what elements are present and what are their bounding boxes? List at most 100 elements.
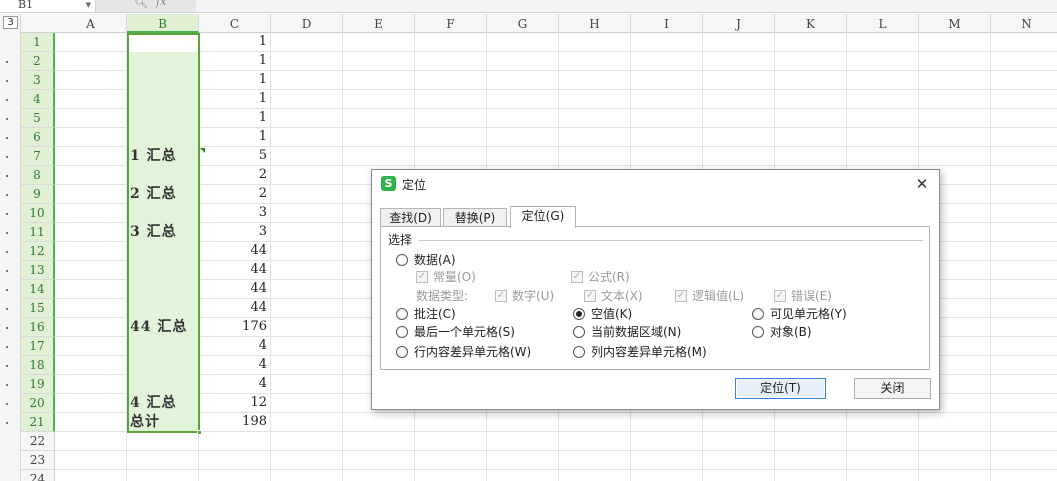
cell-a2[interactable] bbox=[55, 52, 127, 71]
cell-j2[interactable] bbox=[703, 52, 775, 71]
cell-h22[interactable] bbox=[559, 432, 631, 451]
cell-l24[interactable] bbox=[847, 470, 919, 481]
cell-f2[interactable] bbox=[415, 52, 487, 71]
column-header-b[interactable]: B bbox=[127, 14, 199, 33]
cell-f21[interactable] bbox=[415, 413, 487, 432]
cell-j23[interactable] bbox=[703, 451, 775, 470]
cell-a23[interactable] bbox=[55, 451, 127, 470]
cell-n8[interactable] bbox=[991, 166, 1057, 185]
cell-h6[interactable] bbox=[559, 128, 631, 147]
cell-c7[interactable]: 5 bbox=[199, 147, 271, 166]
cell-k2[interactable] bbox=[775, 52, 847, 71]
cell-c5[interactable]: 1 bbox=[199, 109, 271, 128]
cell-f22[interactable] bbox=[415, 432, 487, 451]
cell-a15[interactable] bbox=[55, 299, 127, 318]
cell-d22[interactable] bbox=[271, 432, 343, 451]
cell-g1[interactable] bbox=[487, 33, 559, 52]
cell-d6[interactable] bbox=[271, 128, 343, 147]
cell-f5[interactable] bbox=[415, 109, 487, 128]
cell-c19[interactable]: 4 bbox=[199, 375, 271, 394]
cell-d5[interactable] bbox=[271, 109, 343, 128]
cell-d14[interactable] bbox=[271, 280, 343, 299]
cell-f3[interactable] bbox=[415, 71, 487, 90]
tab-find[interactable]: 查找(D) bbox=[380, 208, 441, 228]
cell-l2[interactable] bbox=[847, 52, 919, 71]
cell-l7[interactable] bbox=[847, 147, 919, 166]
cell-k22[interactable] bbox=[775, 432, 847, 451]
row-header[interactable]: 18 bbox=[21, 356, 55, 375]
cell-b8[interactable] bbox=[127, 166, 199, 185]
cell-f4[interactable] bbox=[415, 90, 487, 109]
cell-a13[interactable] bbox=[55, 261, 127, 280]
cell-a18[interactable] bbox=[55, 356, 127, 375]
row-header[interactable]: 4 bbox=[21, 90, 55, 109]
cell-d13[interactable] bbox=[271, 261, 343, 280]
cell-c23[interactable] bbox=[199, 451, 271, 470]
outline-level-button[interactable]: 3 bbox=[3, 16, 18, 29]
tab-replace[interactable]: 替换(P) bbox=[443, 208, 507, 228]
cell-n7[interactable] bbox=[991, 147, 1057, 166]
cell-g23[interactable] bbox=[487, 451, 559, 470]
magnifier-icon[interactable]: 🔍︎ bbox=[134, 0, 148, 8]
cell-n13[interactable] bbox=[991, 261, 1057, 280]
cell-m22[interactable] bbox=[919, 432, 991, 451]
cell-m4[interactable] bbox=[919, 90, 991, 109]
cell-n10[interactable] bbox=[991, 204, 1057, 223]
cell-a10[interactable] bbox=[55, 204, 127, 223]
cell-b3[interactable] bbox=[127, 71, 199, 90]
cell-b18[interactable] bbox=[127, 356, 199, 375]
cell-a21[interactable] bbox=[55, 413, 127, 432]
cell-g22[interactable] bbox=[487, 432, 559, 451]
cell-b2[interactable] bbox=[127, 52, 199, 71]
close-icon[interactable]: ✕ bbox=[911, 173, 933, 195]
cell-j6[interactable] bbox=[703, 128, 775, 147]
cell-g5[interactable] bbox=[487, 109, 559, 128]
cell-n4[interactable] bbox=[991, 90, 1057, 109]
cell-k21[interactable] bbox=[775, 413, 847, 432]
row-header[interactable]: 9 bbox=[21, 185, 55, 204]
cell-c12[interactable]: 44 bbox=[199, 242, 271, 261]
cell-n20[interactable] bbox=[991, 394, 1057, 413]
cell-b24[interactable] bbox=[127, 470, 199, 481]
row-header[interactable]: 23 bbox=[21, 451, 55, 470]
column-header-n[interactable]: N bbox=[991, 14, 1057, 33]
cell-h21[interactable] bbox=[559, 413, 631, 432]
cell-a16[interactable] bbox=[55, 318, 127, 337]
cell-a3[interactable] bbox=[55, 71, 127, 90]
cell-h3[interactable] bbox=[559, 71, 631, 90]
cell-c11[interactable]: 3 bbox=[199, 223, 271, 242]
cell-h7[interactable] bbox=[559, 147, 631, 166]
cell-d19[interactable] bbox=[271, 375, 343, 394]
cell-d20[interactable] bbox=[271, 394, 343, 413]
cell-d1[interactable] bbox=[271, 33, 343, 52]
cell-d24[interactable] bbox=[271, 470, 343, 481]
cell-i23[interactable] bbox=[631, 451, 703, 470]
cell-n17[interactable] bbox=[991, 337, 1057, 356]
cell-m2[interactable] bbox=[919, 52, 991, 71]
cell-a8[interactable] bbox=[55, 166, 127, 185]
column-header-i[interactable]: I bbox=[631, 14, 703, 33]
cell-e2[interactable] bbox=[343, 52, 415, 71]
cell-j24[interactable] bbox=[703, 470, 775, 481]
cell-d16[interactable] bbox=[271, 318, 343, 337]
cell-d21[interactable] bbox=[271, 413, 343, 432]
cell-a17[interactable] bbox=[55, 337, 127, 356]
cell-c8[interactable]: 2 bbox=[199, 166, 271, 185]
cell-e22[interactable] bbox=[343, 432, 415, 451]
cell-l22[interactable] bbox=[847, 432, 919, 451]
cell-i21[interactable] bbox=[631, 413, 703, 432]
cell-a24[interactable] bbox=[55, 470, 127, 481]
cell-n3[interactable] bbox=[991, 71, 1057, 90]
cell-i6[interactable] bbox=[631, 128, 703, 147]
column-header-m[interactable]: M bbox=[919, 14, 991, 33]
cell-e3[interactable] bbox=[343, 71, 415, 90]
cell-e5[interactable] bbox=[343, 109, 415, 128]
cell-l4[interactable] bbox=[847, 90, 919, 109]
name-box[interactable]: B1 ▼ bbox=[0, 0, 96, 12]
cell-a6[interactable] bbox=[55, 128, 127, 147]
cell-i1[interactable] bbox=[631, 33, 703, 52]
cell-m7[interactable] bbox=[919, 147, 991, 166]
row-header[interactable]: 19 bbox=[21, 375, 55, 394]
row-header[interactable]: 12 bbox=[21, 242, 55, 261]
cell-d3[interactable] bbox=[271, 71, 343, 90]
